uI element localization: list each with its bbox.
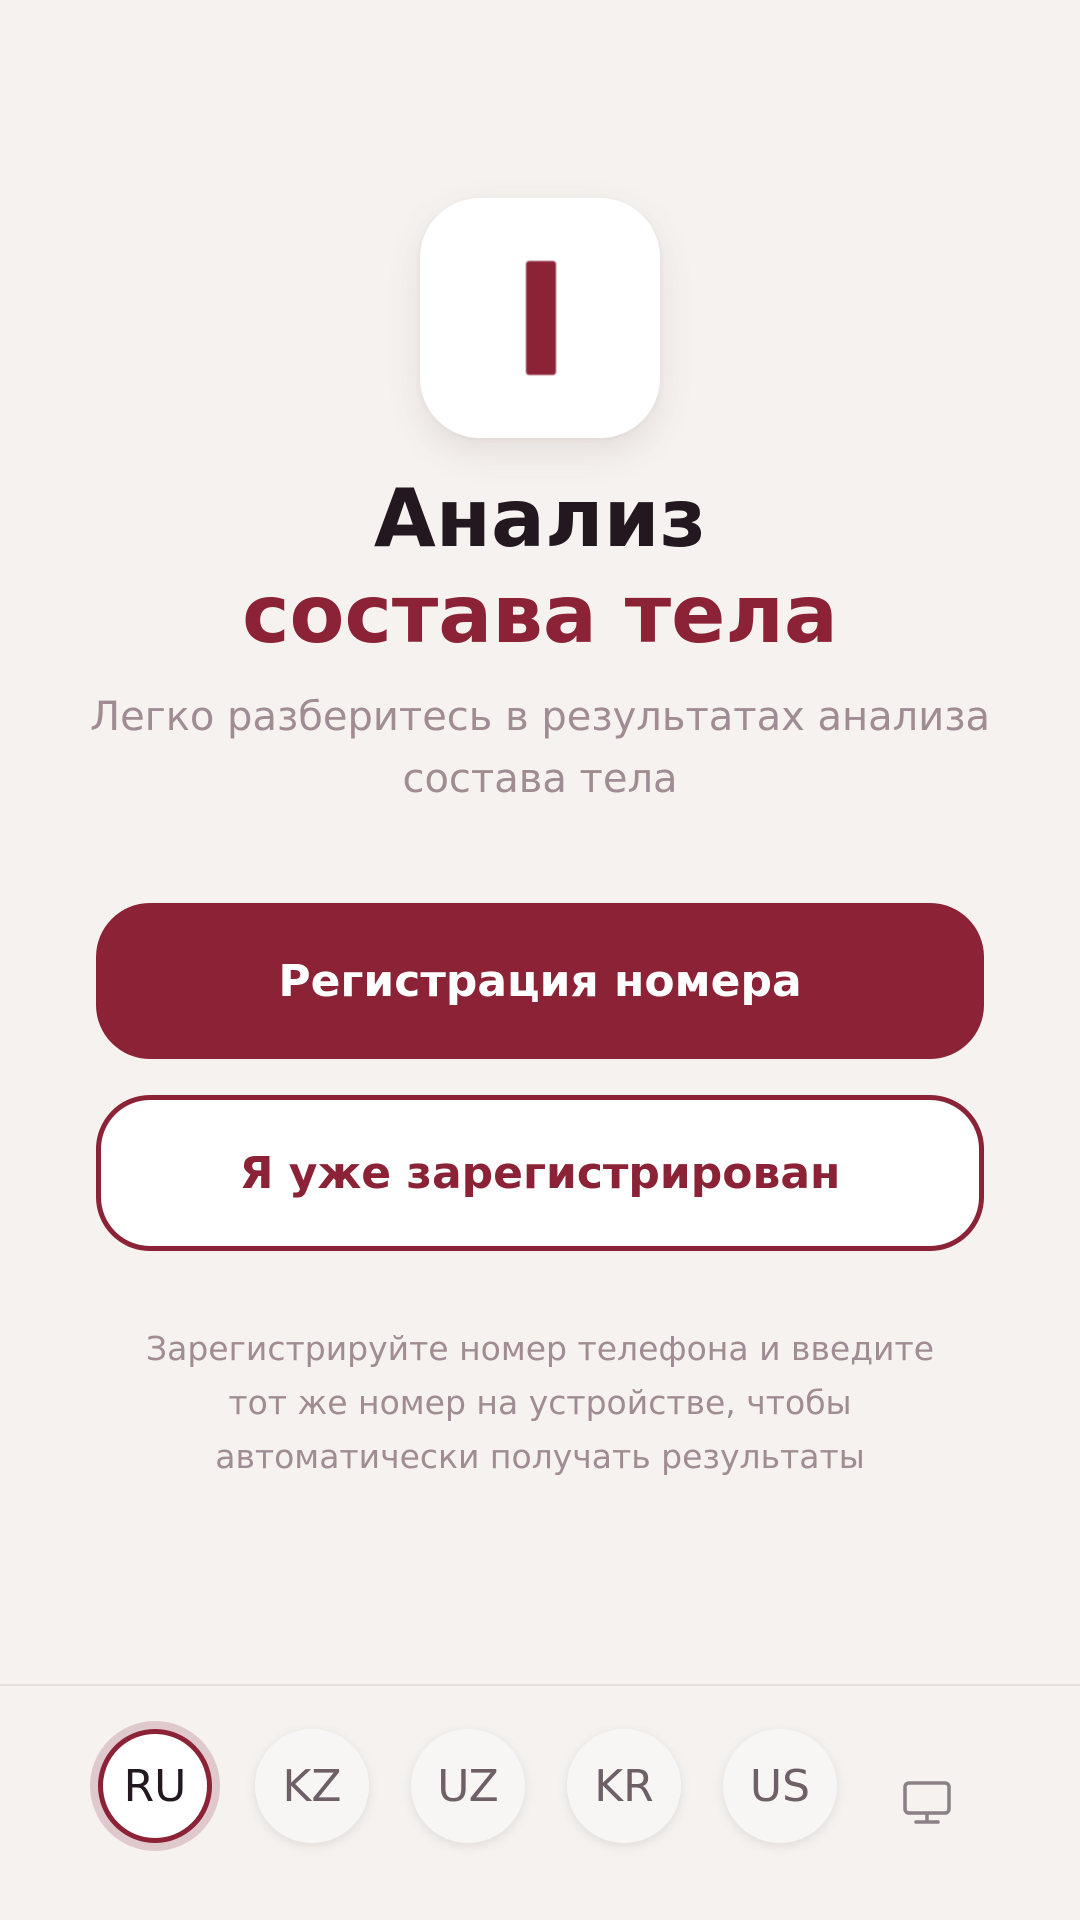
page-title-line1: Анализ xyxy=(373,472,707,565)
page-subtitle: Легко разберитесь в результатах анализа … xyxy=(90,694,990,802)
language-uz-button[interactable]: UZ xyxy=(411,1729,525,1843)
already-registered-button[interactable]: Я уже зарегистрирован xyxy=(96,1095,984,1251)
logo-letter-mark xyxy=(526,261,556,375)
language-us-button[interactable]: US xyxy=(723,1729,837,1843)
language-kz-button[interactable]: KZ xyxy=(255,1729,369,1843)
registration-hint: Зарегистрируйте номер телефона и введите… xyxy=(145,1329,935,1476)
monitor-icon[interactable] xyxy=(902,1780,952,1826)
page-title-line2: состава тела xyxy=(242,568,838,661)
register-number-button[interactable]: Регистрация номера xyxy=(96,903,984,1059)
footer-divider xyxy=(0,1684,1080,1686)
language-kr-button[interactable]: KR xyxy=(567,1729,681,1843)
language-ru-button[interactable]: RU xyxy=(98,1729,212,1843)
app-logo xyxy=(420,198,660,438)
